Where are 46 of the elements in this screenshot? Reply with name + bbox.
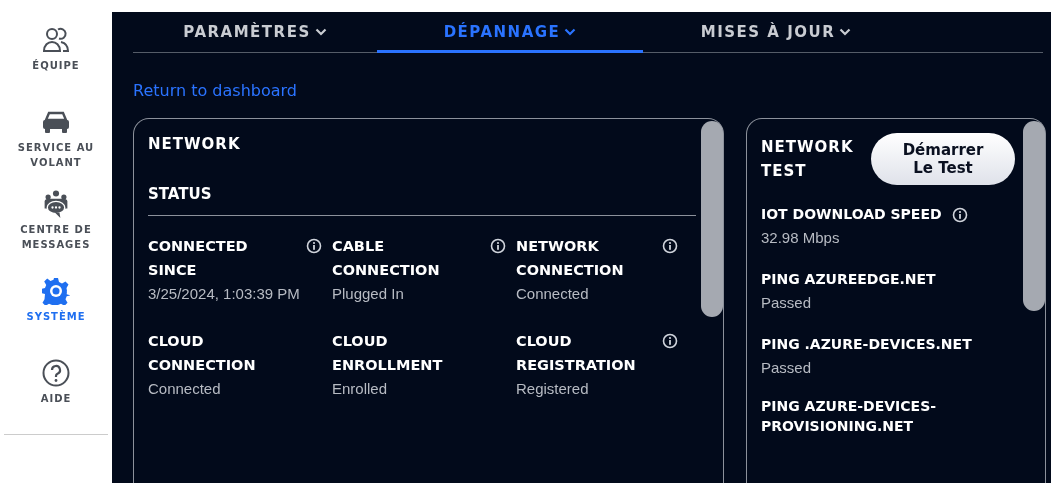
sidebar-item[interactable]: SERVICE AU VOLANT bbox=[6, 108, 106, 190]
tab[interactable]: MISES À JOUR bbox=[643, 12, 909, 53]
sidebar-item[interactable]: CENTRE DE MESSAGES bbox=[6, 190, 106, 277]
chevron-down-icon bbox=[564, 28, 577, 36]
test-label: PING .AZURE-DEVICES.NET bbox=[761, 335, 972, 354]
chevron-down-icon bbox=[314, 28, 327, 36]
chevron-down-icon bbox=[839, 28, 852, 36]
test-label: PING AZUREEDGE.NET bbox=[761, 270, 936, 289]
tab[interactable]: DÉPANNAGE bbox=[377, 12, 643, 53]
field-value: Connected bbox=[148, 379, 222, 399]
tab[interactable]: PARAMÈTRES bbox=[133, 12, 377, 53]
test-label: IOT DOWNLOAD SPEED bbox=[761, 205, 942, 224]
test-result: Passed bbox=[761, 358, 813, 378]
people-icon bbox=[42, 26, 70, 54]
scrollbar-thumb[interactable] bbox=[1023, 121, 1045, 311]
field-value: Registered bbox=[516, 379, 590, 399]
sidebar-item[interactable]: AIDE bbox=[6, 359, 106, 441]
test-label: PING AZURE-DEVICES-PROVISIONING.NET bbox=[761, 397, 938, 436]
field-label: CLOUD CONNECTION bbox=[148, 332, 257, 375]
info-icon[interactable] bbox=[306, 238, 322, 254]
help-icon bbox=[42, 359, 70, 387]
sidebar-item[interactable]: SYSTÈME bbox=[6, 277, 106, 359]
section-title: STATUS bbox=[148, 185, 696, 216]
scrollbar-thumb[interactable] bbox=[701, 121, 723, 317]
sidebar-item[interactable]: ÉQUIPE bbox=[6, 26, 106, 108]
field-value: Plugged In bbox=[332, 284, 405, 304]
test-result: 32.98 Mbps bbox=[761, 228, 841, 248]
field-value: Enrolled bbox=[332, 379, 389, 399]
card-title: NETWORK TEST bbox=[761, 137, 855, 182]
field-label: NETWORK CONNECTION bbox=[516, 237, 625, 280]
info-icon[interactable] bbox=[951, 207, 968, 223]
field-label: CONNECTED SINCE bbox=[148, 237, 249, 280]
gear-icon bbox=[42, 277, 70, 305]
field-value: Connected bbox=[516, 284, 590, 304]
info-icon[interactable] bbox=[490, 238, 506, 254]
field-label: CLOUD ENROLLMENT bbox=[332, 332, 444, 375]
info-icon[interactable] bbox=[662, 238, 678, 254]
field-label: CLOUD REGISTRATION bbox=[516, 332, 637, 375]
start-test-button[interactable]: Démarrer Le Test bbox=[871, 133, 1015, 185]
test-result: Passed bbox=[761, 293, 813, 313]
group-chat-icon bbox=[42, 190, 70, 218]
field-label: CABLE CONNECTION bbox=[332, 237, 441, 280]
card-title: NETWORK bbox=[148, 135, 242, 153]
return-link[interactable]: Return to dashboard bbox=[133, 81, 297, 100]
field-value: 3/25/2024, 1:03:39 PM bbox=[148, 284, 301, 304]
info-icon[interactable] bbox=[662, 333, 678, 349]
